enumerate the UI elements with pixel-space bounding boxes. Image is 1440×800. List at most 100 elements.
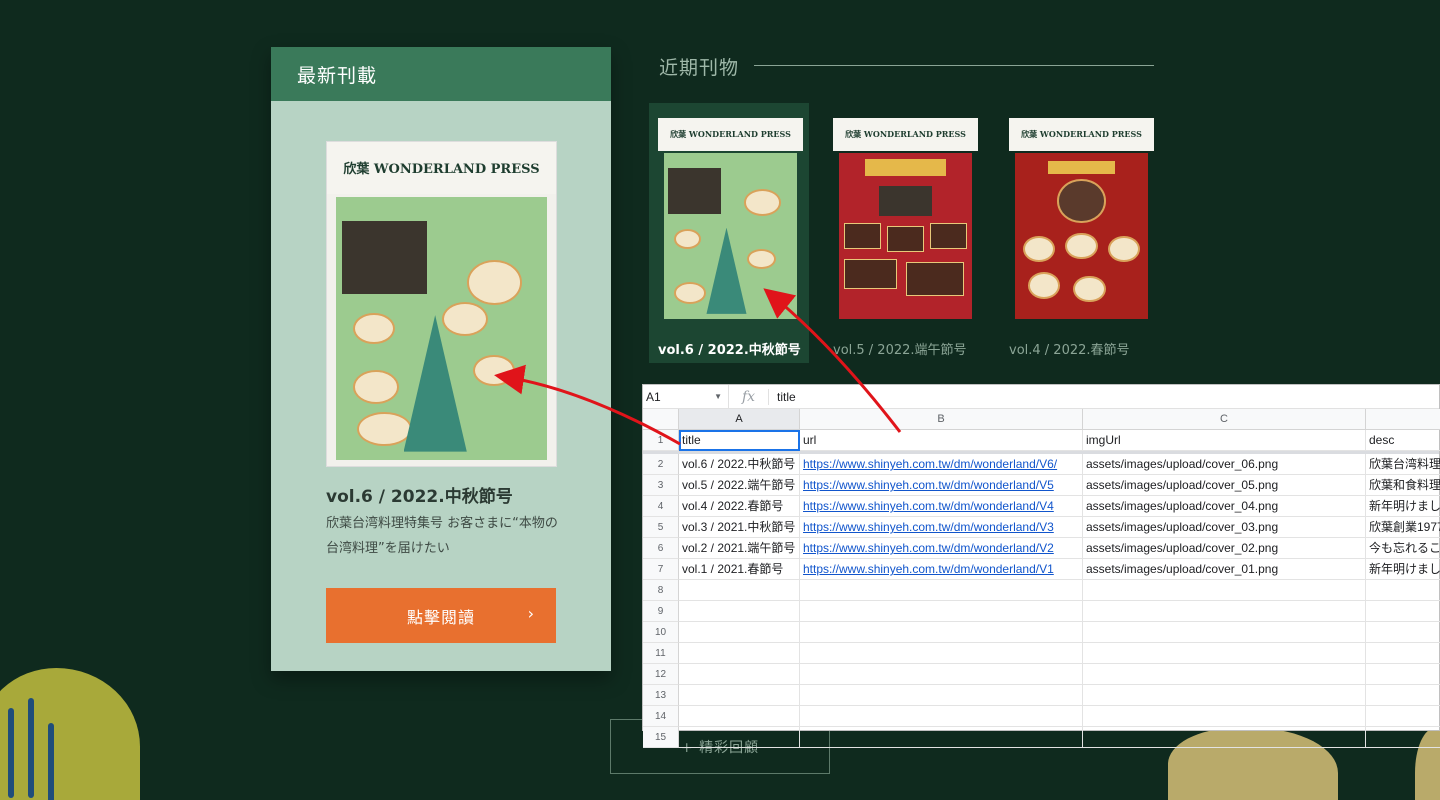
cover-brand: 欣葉 WONDERLAND PRESS xyxy=(327,142,556,194)
cover-body xyxy=(336,197,547,460)
sheet-cell-b[interactable]: https://www.shinyeh.com.tw/dm/wonderland… xyxy=(800,496,1083,517)
sheet-cell-d[interactable] xyxy=(1366,664,1440,685)
sheet-cell-c[interactable] xyxy=(1083,580,1366,601)
cover-dish xyxy=(674,229,702,250)
sheet-cell-a[interactable] xyxy=(679,706,800,727)
sheet-cell-d[interactable] xyxy=(1366,706,1440,727)
sheet-cell-b[interactable] xyxy=(800,580,1083,601)
sheet-cell-d[interactable]: 新年明けまし xyxy=(1366,559,1440,580)
sheet-cell-d[interactable]: 新年明けまし xyxy=(1366,496,1440,517)
latest-issue-header: 最新刊載 xyxy=(271,47,611,101)
select-all-corner[interactable] xyxy=(643,409,679,430)
sheet-cell-b[interactable]: url xyxy=(800,430,1083,451)
row-header[interactable]: 7 xyxy=(643,559,679,580)
sheet-cell-c[interactable] xyxy=(1083,622,1366,643)
read-button[interactable]: 點擊閱讀 › xyxy=(326,588,556,643)
sheet-cell-a[interactable] xyxy=(679,622,800,643)
row-header[interactable]: 10 xyxy=(643,622,679,643)
sheet-cell-d[interactable]: 欣葉台湾料理 xyxy=(1366,454,1440,475)
sheet-cell-d[interactable] xyxy=(1366,727,1440,748)
row-header[interactable]: 3 xyxy=(643,475,679,496)
sheet-cell-a[interactable] xyxy=(679,580,800,601)
sheet-cell-b[interactable]: https://www.shinyeh.com.tw/dm/wonderland… xyxy=(800,454,1083,475)
sheet-cell-d[interactable]: 欣葉創業1977 xyxy=(1366,517,1440,538)
issue-cover-thumbnail: 欣葉 WONDERLAND PRESS xyxy=(1009,118,1154,323)
sheet-cell-b[interactable] xyxy=(800,601,1083,622)
sheet-cell-d[interactable] xyxy=(1366,580,1440,601)
sheet-cell-d[interactable]: 今も忘れるこ xyxy=(1366,538,1440,559)
sheet-cell-c[interactable] xyxy=(1083,685,1366,706)
sheet-cell-b[interactable] xyxy=(800,727,1083,748)
sheet-cell-a[interactable]: vol.6 / 2022.中秋節号 xyxy=(679,454,800,475)
sheet-cell-a[interactable]: title xyxy=(679,430,800,451)
sheet-cell-c[interactable] xyxy=(1083,727,1366,748)
sheet-cell-b[interactable] xyxy=(800,643,1083,664)
recent-issue-vol6[interactable]: 欣葉 WONDERLAND PRESS vol.6 / 2022.中秋節号 xyxy=(649,103,809,363)
row-header[interactable]: 9 xyxy=(643,601,679,622)
name-box[interactable]: A1 ▼ xyxy=(643,385,729,408)
sheet-cell-d[interactable]: desc xyxy=(1366,430,1440,451)
sheet-cell-b[interactable]: https://www.shinyeh.com.tw/dm/wonderland… xyxy=(800,517,1083,538)
row-header[interactable]: 2 xyxy=(643,454,679,475)
sheet-cell-c[interactable]: imgUrl xyxy=(1083,430,1366,451)
formula-input[interactable]: title xyxy=(769,390,796,404)
column-header-d[interactable] xyxy=(1366,409,1440,430)
row-header[interactable]: 5 xyxy=(643,517,679,538)
cover-dish xyxy=(743,189,782,216)
sheet-cell-a[interactable]: vol.5 / 2022.端午節号 xyxy=(679,475,800,496)
sheet-cell-a[interactable] xyxy=(679,685,800,706)
sheet-cell-a[interactable] xyxy=(679,643,800,664)
recent-issue-vol5[interactable]: 欣葉 WONDERLAND PRESS vol.5 / 2022.端午節号 xyxy=(824,103,984,363)
column-header-c[interactable]: C xyxy=(1083,409,1366,430)
column-header-b[interactable]: B xyxy=(800,409,1083,430)
row-header[interactable]: 11 xyxy=(643,643,679,664)
cover-picture xyxy=(929,222,967,250)
sheet-cell-c[interactable]: assets/images/upload/cover_05.png xyxy=(1083,475,1366,496)
row-header[interactable]: 15 xyxy=(643,727,679,748)
sheet-cell-c[interactable] xyxy=(1083,643,1366,664)
sheet-cell-c[interactable] xyxy=(1083,706,1366,727)
magazine-cover: 欣葉 WONDERLAND PRESS xyxy=(833,118,978,323)
sheet-cell-b[interactable]: https://www.shinyeh.com.tw/dm/wonderland… xyxy=(800,559,1083,580)
sheet-cell-c[interactable]: assets/images/upload/cover_03.png xyxy=(1083,517,1366,538)
sheet-cell-a[interactable]: vol.3 / 2021.中秋節号 xyxy=(679,517,800,538)
sheet-row: 3 vol.5 / 2022.端午節号 https://www.shinyeh.co… xyxy=(643,475,1440,496)
cover-dish xyxy=(1028,272,1061,299)
row-header[interactable]: 1 xyxy=(643,430,679,451)
sheet-cell-b[interactable] xyxy=(800,685,1083,706)
recent-issue-vol4[interactable]: 欣葉 WONDERLAND PRESS vol.4 / 2022.春節号 xyxy=(1000,103,1160,363)
sheet-cell-b[interactable] xyxy=(800,664,1083,685)
sheet-cell-c[interactable]: assets/images/upload/cover_02.png xyxy=(1083,538,1366,559)
sheet-cell-a[interactable]: vol.4 / 2022.春節号 xyxy=(679,496,800,517)
sheet-cell-c[interactable]: assets/images/upload/cover_01.png xyxy=(1083,559,1366,580)
sheet-cell-d[interactable]: 欣葉和食料理 xyxy=(1366,475,1440,496)
cover-portrait xyxy=(1057,179,1106,223)
sheet-cell-d[interactable] xyxy=(1366,643,1440,664)
row-header[interactable]: 13 xyxy=(643,685,679,706)
sheet-cell-d[interactable] xyxy=(1366,601,1440,622)
sheet-cell-c[interactable]: assets/images/upload/cover_06.png xyxy=(1083,454,1366,475)
sheet-cell-b[interactable] xyxy=(800,622,1083,643)
sheet-cell-c[interactable] xyxy=(1083,601,1366,622)
sheet-cell-a[interactable] xyxy=(679,601,800,622)
row-header[interactable]: 8 xyxy=(643,580,679,601)
sheet-cell-a[interactable] xyxy=(679,727,800,748)
row-header[interactable]: 12 xyxy=(643,664,679,685)
sheet-cell-b[interactable]: https://www.shinyeh.com.tw/dm/wonderland… xyxy=(800,475,1083,496)
column-header-a[interactable]: A xyxy=(679,409,800,430)
sheet-cell-b[interactable] xyxy=(800,706,1083,727)
sheet-cell-c[interactable] xyxy=(1083,664,1366,685)
sheet-cell-a[interactable] xyxy=(679,664,800,685)
row-header[interactable]: 14 xyxy=(643,706,679,727)
cover-photo xyxy=(667,167,722,215)
row-header[interactable]: 4 xyxy=(643,496,679,517)
sheet-cell-a[interactable]: vol.1 / 2021.春節号 xyxy=(679,559,800,580)
latest-cover-image[interactable]: 欣葉 WONDERLAND PRESS xyxy=(326,141,557,467)
sheet-cell-d[interactable] xyxy=(1366,685,1440,706)
sheet-cell-a[interactable]: vol.2 / 2021.端午節号 xyxy=(679,538,800,559)
sheet-cell-c[interactable]: assets/images/upload/cover_04.png xyxy=(1083,496,1366,517)
issue-caption: vol.6 / 2022.中秋節号 xyxy=(658,343,801,358)
sheet-cell-d[interactable] xyxy=(1366,622,1440,643)
row-header[interactable]: 6 xyxy=(643,538,679,559)
sheet-cell-b[interactable]: https://www.shinyeh.com.tw/dm/wonderland… xyxy=(800,538,1083,559)
